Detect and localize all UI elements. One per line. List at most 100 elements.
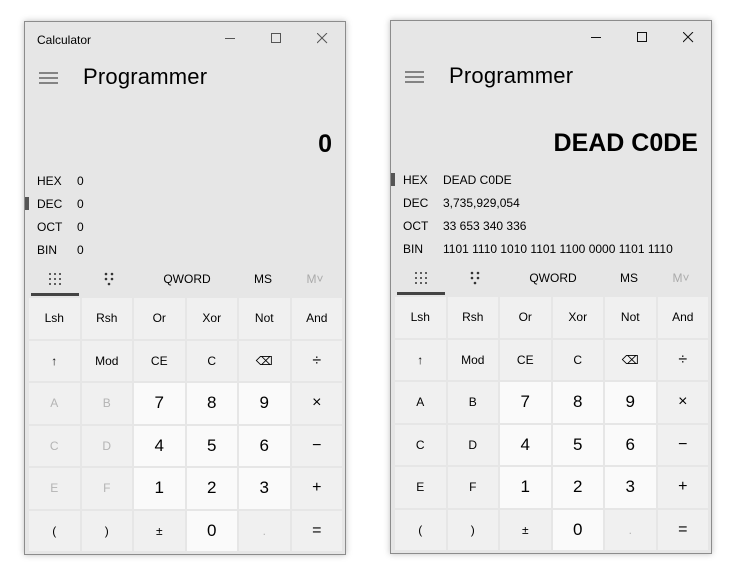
radix-row-dec[interactable]: DEC 0 — [25, 193, 345, 216]
bit-toggling-keypad-tab[interactable] — [451, 264, 499, 292]
hex-b-button[interactable]: B — [81, 383, 132, 424]
navigation-menu-button[interactable] — [33, 64, 65, 92]
multiply-button[interactable]: × — [291, 383, 342, 424]
lsh-button[interactable]: Lsh — [395, 297, 446, 338]
memory-store-button[interactable]: MS — [243, 265, 283, 293]
or-button[interactable]: Or — [134, 298, 185, 339]
clear-entry-button[interactable]: CE — [134, 340, 185, 381]
hex-d-button[interactable]: D — [81, 425, 132, 466]
rsh-button[interactable]: Rsh — [447, 297, 498, 338]
clear-button[interactable]: C — [186, 340, 237, 381]
digit-6-button[interactable]: 6 — [605, 424, 656, 465]
digit-4-button[interactable]: 4 — [500, 424, 551, 465]
multiply-button[interactable]: × — [657, 382, 708, 423]
mod-button[interactable]: Mod — [447, 339, 498, 380]
digit-5-button[interactable]: 5 — [552, 424, 603, 465]
hex-a-button[interactable]: A — [29, 383, 80, 424]
digit-8-button[interactable]: 8 — [186, 383, 237, 424]
decimal-button[interactable]: . — [605, 509, 656, 550]
memory-view-button[interactable]: M˅ — [293, 265, 337, 293]
digit-0-button[interactable]: 0 — [186, 510, 237, 551]
memory-view-button[interactable]: M˅ — [659, 264, 703, 292]
add-button[interactable]: + — [291, 468, 342, 509]
divide-button[interactable]: ÷ — [291, 340, 342, 381]
subtract-button[interactable]: − — [657, 424, 708, 465]
hex-d-button[interactable]: D — [447, 424, 498, 465]
hex-c-button[interactable]: C — [395, 424, 446, 465]
navigation-menu-button[interactable] — [399, 63, 431, 91]
radix-row-hex[interactable]: HEX DEAD C0DE — [391, 169, 711, 192]
negate-button[interactable]: ± — [500, 509, 551, 550]
equals-button[interactable]: = — [657, 509, 708, 550]
hex-f-button[interactable]: F — [81, 468, 132, 509]
digit-9-button[interactable]: 9 — [239, 383, 290, 424]
full-keypad-tab[interactable] — [397, 264, 445, 295]
xor-button[interactable]: Xor — [552, 297, 603, 338]
digit-7-button[interactable]: 7 — [500, 382, 551, 423]
hex-e-button[interactable]: E — [395, 467, 446, 508]
digit-9-button[interactable]: 9 — [605, 382, 656, 423]
title-bar[interactable]: Calculator — [25, 22, 345, 55]
radix-row-oct[interactable]: OCT 33 653 340 336 — [391, 215, 711, 238]
clear-button[interactable]: C — [552, 339, 603, 380]
and-button[interactable]: And — [657, 297, 708, 338]
not-button[interactable]: Not — [239, 298, 290, 339]
digit-6-button[interactable]: 6 — [239, 425, 290, 466]
title-bar[interactable] — [391, 21, 711, 54]
digit-4-button[interactable]: 4 — [134, 425, 185, 466]
divide-button[interactable]: ÷ — [657, 339, 708, 380]
rsh-button[interactable]: Rsh — [81, 298, 132, 339]
close-button[interactable] — [299, 22, 345, 54]
radix-row-bin[interactable]: BIN 0 — [25, 239, 345, 262]
not-button[interactable]: Not — [605, 297, 656, 338]
word-size-button[interactable]: QWORD — [151, 265, 223, 293]
close-button[interactable] — [665, 21, 711, 53]
backspace-button[interactable]: ⌫ — [605, 339, 656, 380]
maximize-button[interactable] — [253, 22, 299, 54]
and-button[interactable]: And — [291, 298, 342, 339]
digit-7-button[interactable]: 7 — [134, 383, 185, 424]
word-size-button[interactable]: QWORD — [517, 264, 589, 292]
subtract-button[interactable]: − — [291, 425, 342, 466]
add-button[interactable]: + — [657, 467, 708, 508]
digit-3-button[interactable]: 3 — [605, 467, 656, 508]
or-button[interactable]: Or — [500, 297, 551, 338]
digit-3-button[interactable]: 3 — [239, 468, 290, 509]
open-paren-button[interactable]: ( — [395, 509, 446, 550]
radix-row-dec[interactable]: DEC 3,735,929,054 — [391, 192, 711, 215]
radix-row-hex[interactable]: HEX 0 — [25, 170, 345, 193]
close-paren-button[interactable]: ) — [447, 509, 498, 550]
minimize-button[interactable] — [573, 21, 619, 53]
mod-button[interactable]: Mod — [81, 340, 132, 381]
digit-1-button[interactable]: 1 — [500, 467, 551, 508]
digit-2-button[interactable]: 2 — [552, 467, 603, 508]
radix-row-oct[interactable]: OCT 0 — [25, 216, 345, 239]
hex-a-button[interactable]: A — [395, 382, 446, 423]
lsh-button[interactable]: Lsh — [29, 298, 80, 339]
bit-toggling-keypad-tab[interactable] — [85, 265, 133, 293]
digit-0-button[interactable]: 0 — [552, 509, 603, 550]
hex-b-button[interactable]: B — [447, 382, 498, 423]
digit-5-button[interactable]: 5 — [186, 425, 237, 466]
digit-1-button[interactable]: 1 — [134, 468, 185, 509]
hex-e-button[interactable]: E — [29, 468, 80, 509]
clear-entry-button[interactable]: CE — [500, 339, 551, 380]
digit-2-button[interactable]: 2 — [186, 468, 237, 509]
memory-store-button[interactable]: MS — [609, 264, 649, 292]
shift-button[interactable]: ↑ — [29, 340, 80, 381]
full-keypad-tab[interactable] — [31, 265, 79, 296]
open-paren-button[interactable]: ( — [29, 510, 80, 551]
equals-button[interactable]: = — [291, 510, 342, 551]
decimal-button[interactable]: . — [239, 510, 290, 551]
negate-button[interactable]: ± — [134, 510, 185, 551]
hex-c-button[interactable]: C — [29, 425, 80, 466]
backspace-button[interactable]: ⌫ — [239, 340, 290, 381]
close-paren-button[interactable]: ) — [81, 510, 132, 551]
shift-button[interactable]: ↑ — [395, 339, 446, 380]
hex-f-button[interactable]: F — [447, 467, 498, 508]
radix-row-bin[interactable]: BIN 1101 1110 1010 1101 1100 0000 1101 1… — [391, 238, 711, 261]
maximize-button[interactable] — [619, 21, 665, 53]
minimize-button[interactable] — [207, 22, 253, 54]
digit-8-button[interactable]: 8 — [552, 382, 603, 423]
xor-button[interactable]: Xor — [186, 298, 237, 339]
